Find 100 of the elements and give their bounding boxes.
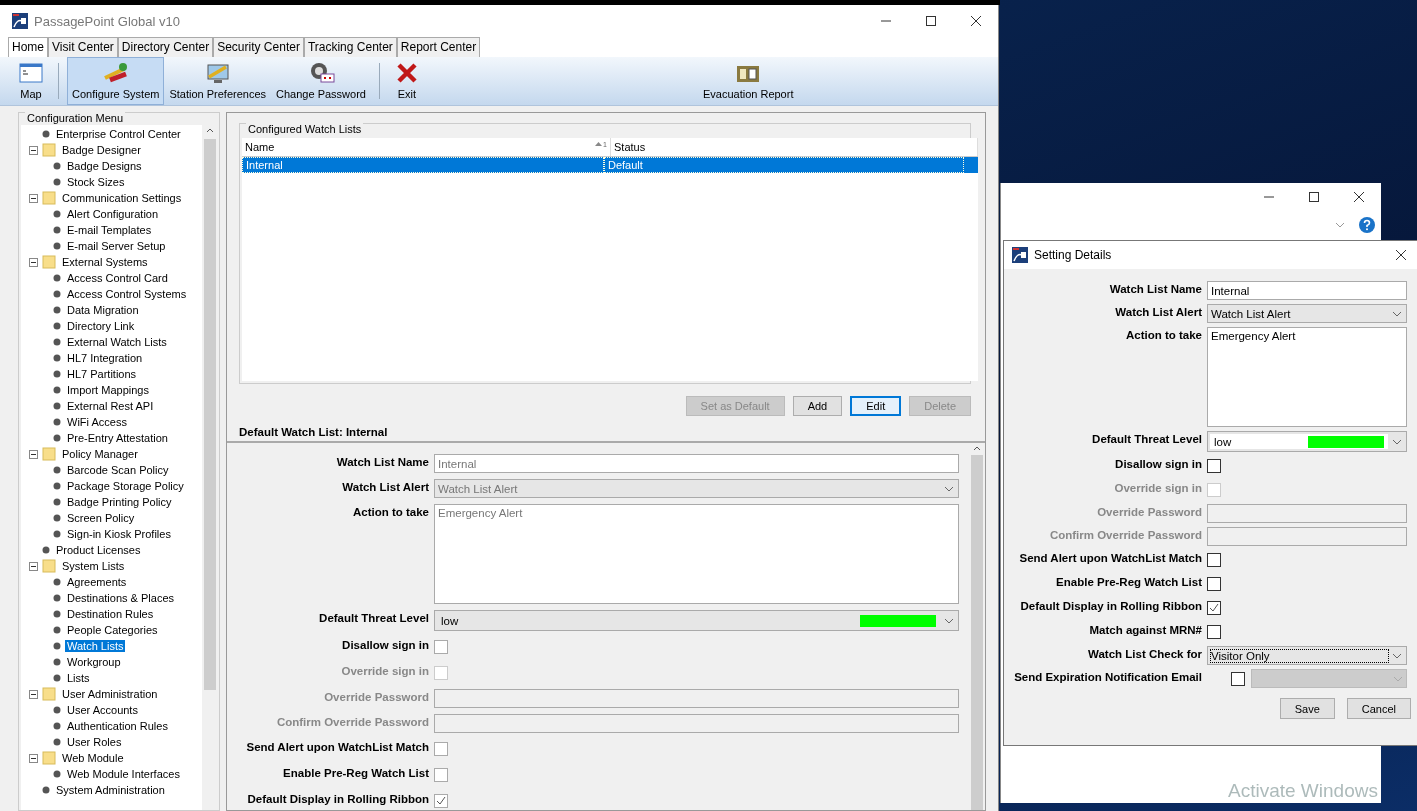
collapse-icon[interactable] xyxy=(29,193,38,203)
toolbar-button[interactable]: Evacuation Report xyxy=(697,57,799,105)
tree-item[interactable]: Communication Settings xyxy=(60,192,184,204)
maximize-icon[interactable] xyxy=(925,15,937,27)
tab[interactable]: Home xyxy=(8,37,48,57)
tree-item[interactable]: Destinations & Places xyxy=(65,592,176,604)
tree-item[interactable]: External Rest API xyxy=(65,400,156,412)
field-label: Match against MRN# xyxy=(1088,623,1202,638)
checkbox[interactable] xyxy=(1207,553,1221,567)
tab[interactable]: Directory Center xyxy=(117,37,214,57)
text-area[interactable]: Emergency Alert xyxy=(1207,327,1407,427)
table-row[interactable]: Internal Default xyxy=(242,157,978,173)
dialog-button[interactable]: Cancel xyxy=(1346,698,1411,719)
tree-item[interactable]: User Accounts xyxy=(65,704,140,716)
tree-item[interactable]: Web Module xyxy=(60,752,126,764)
tree-item[interactable]: Badge Designs xyxy=(65,160,144,172)
checkbox[interactable] xyxy=(434,742,448,756)
tree-item[interactable]: People Categories xyxy=(65,624,160,636)
toolbar-button[interactable]: Map xyxy=(12,57,50,105)
collapse-icon[interactable] xyxy=(29,753,38,763)
tree-item[interactable]: Barcode Scan Policy xyxy=(65,464,171,476)
dropdown[interactable]: Watch List Alert xyxy=(1207,304,1407,323)
collapse-icon[interactable] xyxy=(29,257,38,267)
tree-item[interactable]: Access Control Systems xyxy=(65,288,189,300)
dropdown[interactable]: low xyxy=(434,610,959,631)
bullet-icon xyxy=(53,306,61,314)
folder-icon xyxy=(42,559,56,573)
dialog-button[interactable]: Save xyxy=(1279,698,1335,719)
tree-item[interactable]: Policy Manager xyxy=(60,448,140,460)
checkbox[interactable] xyxy=(1207,577,1221,591)
tree-item[interactable]: Pre-Entry Attestation xyxy=(65,432,170,444)
checkbox[interactable] xyxy=(1207,601,1221,615)
toolbar-button[interactable]: Station Preferences xyxy=(164,57,272,105)
maximize-icon[interactable] xyxy=(1308,191,1320,203)
tree-item[interactable]: E-mail Templates xyxy=(65,224,154,236)
tree-item[interactable]: WiFi Access xyxy=(65,416,129,428)
toolbar-button[interactable]: Change Password xyxy=(271,57,371,105)
tree-item[interactable]: HL7 Integration xyxy=(65,352,145,364)
tree-item[interactable]: Sign-in Kiosk Profiles xyxy=(65,528,173,540)
dropdown[interactable]: Visitor Only xyxy=(1207,646,1407,665)
dropdown[interactable]: Watch List Alert xyxy=(434,479,959,498)
text-area[interactable]: Emergency Alert xyxy=(434,504,959,604)
tree-item[interactable]: Destination Rules xyxy=(65,608,156,620)
bullet-icon xyxy=(53,594,61,602)
checkbox[interactable] xyxy=(434,768,448,782)
help-icon[interactable] xyxy=(1359,217,1375,233)
close-icon[interactable] xyxy=(1353,191,1365,203)
tree-item[interactable]: Stock Sizes xyxy=(65,176,127,188)
tab[interactable]: Report Center xyxy=(396,37,481,57)
collapse-icon[interactable] xyxy=(29,449,38,459)
tree-item[interactable]: Data Migration xyxy=(65,304,141,316)
checkbox[interactable] xyxy=(1231,672,1245,686)
column-header[interactable]: Status xyxy=(611,138,978,156)
tree-item[interactable]: Access Control Card xyxy=(65,272,170,284)
collapse-icon[interactable] xyxy=(29,561,38,571)
checkbox[interactable] xyxy=(434,640,448,654)
tab[interactable]: Security Center xyxy=(213,37,304,57)
tree-item[interactable]: External Watch Lists xyxy=(65,336,169,348)
tree-item[interactable]: System Administration xyxy=(54,784,167,796)
action-button[interactable]: Add xyxy=(792,396,843,416)
checkbox[interactable] xyxy=(434,794,448,808)
tree-item[interactable]: Import Mappings xyxy=(65,384,151,396)
tree-item[interactable]: Watch Lists xyxy=(65,640,126,652)
tree-item[interactable]: Directory Link xyxy=(65,320,137,332)
dropdown[interactable]: low xyxy=(1207,431,1407,452)
checkbox[interactable] xyxy=(1207,459,1221,473)
tree-item[interactable]: Workgroup xyxy=(65,656,123,668)
tree-item[interactable]: Web Module Interfaces xyxy=(65,768,182,780)
toolbar-button[interactable]: Exit xyxy=(387,57,426,105)
collapse-icon[interactable] xyxy=(29,145,38,155)
tree-item[interactable]: User Roles xyxy=(65,736,124,748)
bullet-icon xyxy=(53,290,61,298)
close-icon[interactable] xyxy=(970,15,982,27)
sort-icon[interactable] xyxy=(595,141,603,147)
toolbar-button[interactable]: Configure System xyxy=(67,57,165,105)
tree-item[interactable]: Lists xyxy=(65,672,92,684)
text-field[interactable]: Internal xyxy=(1207,281,1407,300)
tab[interactable]: Tracking Center xyxy=(303,37,397,57)
tree-item[interactable]: E-mail Server Setup xyxy=(65,240,168,252)
tree-item[interactable]: HL7 Partitions xyxy=(65,368,139,380)
collapse-icon[interactable] xyxy=(29,689,38,699)
tree-item[interactable]: Agreements xyxy=(65,576,129,588)
tree-item[interactable]: Package Storage Policy xyxy=(65,480,186,492)
tree-item[interactable]: Enterprise Control Center xyxy=(54,128,183,140)
tree-item[interactable]: Product Licenses xyxy=(54,544,143,556)
tree-item[interactable]: Authentication Rules xyxy=(65,720,170,732)
field-label: Enable Pre-Reg Watch List xyxy=(282,766,429,781)
tab[interactable]: Visit Center xyxy=(48,37,118,57)
checkbox[interactable] xyxy=(1207,625,1221,639)
tree-item[interactable]: External Systems xyxy=(60,256,150,268)
tree-item[interactable]: Badge Designer xyxy=(60,144,143,156)
chevron-icon[interactable] xyxy=(1335,222,1345,228)
tree-item[interactable]: System Lists xyxy=(60,560,127,572)
tree-item[interactable]: User Administration xyxy=(60,688,160,700)
tree-item[interactable]: Badge Printing Policy xyxy=(65,496,174,508)
action-button[interactable]: Edit xyxy=(850,396,902,416)
tree-item[interactable]: Screen Policy xyxy=(65,512,137,524)
tree-item[interactable]: Alert Configuration xyxy=(65,208,161,220)
text-field[interactable]: Internal xyxy=(434,454,959,473)
close-icon[interactable] xyxy=(1395,249,1407,261)
